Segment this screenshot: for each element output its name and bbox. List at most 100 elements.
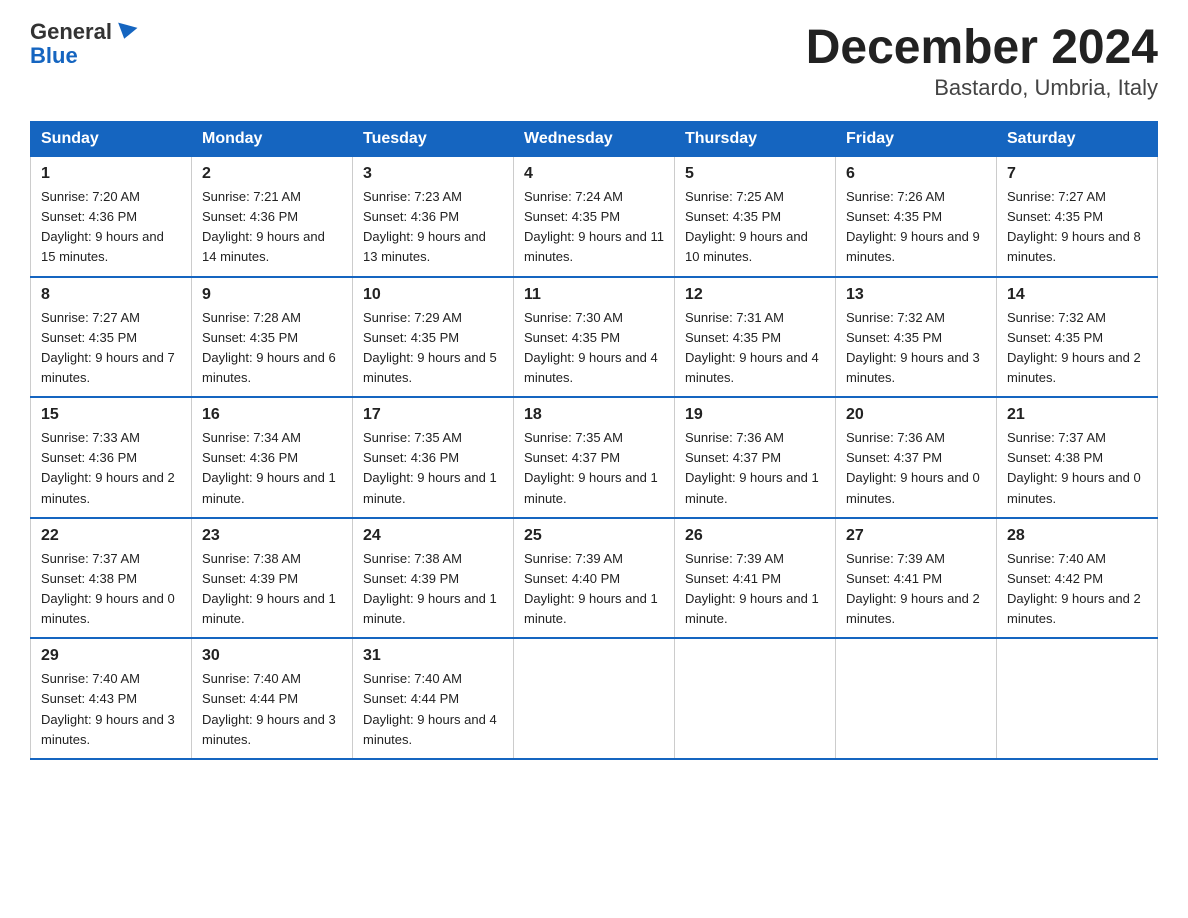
calendar-cell: 27 Sunrise: 7:39 AMSunset: 4:41 PMDayligh… xyxy=(836,518,997,639)
day-info: Sunrise: 7:40 AMSunset: 4:44 PMDaylight:… xyxy=(363,669,503,750)
day-info: Sunrise: 7:39 AMSunset: 4:41 PMDaylight:… xyxy=(846,549,986,630)
day-number: 5 xyxy=(685,165,825,183)
day-info: Sunrise: 7:32 AMSunset: 4:35 PMDaylight:… xyxy=(846,308,986,389)
col-header-friday: Friday xyxy=(836,122,997,157)
day-number: 8 xyxy=(41,286,181,304)
day-number: 9 xyxy=(202,286,342,304)
day-info: Sunrise: 7:35 AMSunset: 4:36 PMDaylight:… xyxy=(363,428,503,509)
day-info: Sunrise: 7:25 AMSunset: 4:35 PMDaylight:… xyxy=(685,187,825,268)
day-number: 26 xyxy=(685,527,825,545)
col-header-sunday: Sunday xyxy=(31,122,192,157)
col-header-saturday: Saturday xyxy=(997,122,1158,157)
logo-triangle-icon xyxy=(114,23,137,42)
day-number: 24 xyxy=(363,527,503,545)
title-block: December 2024 Bastardo, Umbria, Italy xyxy=(806,20,1158,101)
calendar-cell: 6 Sunrise: 7:26 AMSunset: 4:35 PMDaylight… xyxy=(836,157,997,277)
col-header-thursday: Thursday xyxy=(675,122,836,157)
day-number: 6 xyxy=(846,165,986,183)
day-info: Sunrise: 7:34 AMSunset: 4:36 PMDaylight:… xyxy=(202,428,342,509)
calendar-cell: 26 Sunrise: 7:39 AMSunset: 4:41 PMDayligh… xyxy=(675,518,836,639)
calendar-cell: 7 Sunrise: 7:27 AMSunset: 4:35 PMDaylight… xyxy=(997,157,1158,277)
day-number: 7 xyxy=(1007,165,1147,183)
day-number: 16 xyxy=(202,406,342,424)
col-header-monday: Monday xyxy=(192,122,353,157)
day-info: Sunrise: 7:40 AMSunset: 4:43 PMDaylight:… xyxy=(41,669,181,750)
calendar-cell: 21Sunrise: 7:37 AMSunset: 4:38 PMDayligh… xyxy=(997,397,1158,518)
col-header-wednesday: Wednesday xyxy=(514,122,675,157)
logo-general-text: General xyxy=(30,20,112,44)
calendar-cell xyxy=(997,638,1158,759)
day-number: 25 xyxy=(524,527,664,545)
day-number: 12 xyxy=(685,286,825,304)
day-number: 14 xyxy=(1007,286,1147,304)
calendar-week-row: 1 Sunrise: 7:20 AMSunset: 4:36 PMDaylight… xyxy=(31,157,1158,277)
day-number: 11 xyxy=(524,286,664,304)
day-number: 27 xyxy=(846,527,986,545)
day-info: Sunrise: 7:26 AMSunset: 4:35 PMDaylight:… xyxy=(846,187,986,268)
day-info: Sunrise: 7:24 AMSunset: 4:35 PMDaylight:… xyxy=(524,187,664,268)
day-info: Sunrise: 7:35 AMSunset: 4:37 PMDaylight:… xyxy=(524,428,664,509)
day-number: 19 xyxy=(685,406,825,424)
calendar-table: SundayMondayTuesdayWednesdayThursdayFrid… xyxy=(30,121,1158,760)
calendar-cell: 12 Sunrise: 7:31 AMSunset: 4:35 PMDayligh… xyxy=(675,277,836,398)
day-info: Sunrise: 7:23 AMSunset: 4:36 PMDaylight:… xyxy=(363,187,503,268)
day-number: 22 xyxy=(41,527,181,545)
calendar-cell: 29 Sunrise: 7:40 AMSunset: 4:43 PMDayligh… xyxy=(31,638,192,759)
day-number: 21 xyxy=(1007,406,1147,424)
calendar-cell: 20 Sunrise: 7:36 AMSunset: 4:37 PMDayligh… xyxy=(836,397,997,518)
day-number: 13 xyxy=(846,286,986,304)
day-number: 4 xyxy=(524,165,664,183)
calendar-week-row: 29 Sunrise: 7:40 AMSunset: 4:43 PMDayligh… xyxy=(31,638,1158,759)
day-info: Sunrise: 7:39 AMSunset: 4:41 PMDaylight:… xyxy=(685,549,825,630)
calendar-cell: 4 Sunrise: 7:24 AMSunset: 4:35 PMDaylight… xyxy=(514,157,675,277)
calendar-cell: 14 Sunrise: 7:32 AMSunset: 4:35 PMDayligh… xyxy=(997,277,1158,398)
calendar-cell: 2 Sunrise: 7:21 AMSunset: 4:36 PMDaylight… xyxy=(192,157,353,277)
day-info: Sunrise: 7:20 AMSunset: 4:36 PMDaylight:… xyxy=(41,187,181,268)
day-info: Sunrise: 7:27 AMSunset: 4:35 PMDaylight:… xyxy=(1007,187,1147,268)
calendar-cell: 30Sunrise: 7:40 AMSunset: 4:44 PMDayligh… xyxy=(192,638,353,759)
day-number: 15 xyxy=(41,406,181,424)
logo: General Blue xyxy=(30,20,136,68)
day-info: Sunrise: 7:39 AMSunset: 4:40 PMDaylight:… xyxy=(524,549,664,630)
col-header-tuesday: Tuesday xyxy=(353,122,514,157)
calendar-cell: 25 Sunrise: 7:39 AMSunset: 4:40 PMDayligh… xyxy=(514,518,675,639)
calendar-cell: 15Sunrise: 7:33 AMSunset: 4:36 PMDayligh… xyxy=(31,397,192,518)
calendar-header-row: SundayMondayTuesdayWednesdayThursdayFrid… xyxy=(31,122,1158,157)
day-info: Sunrise: 7:38 AMSunset: 4:39 PMDaylight:… xyxy=(363,549,503,630)
day-number: 1 xyxy=(41,165,181,183)
day-info: Sunrise: 7:28 AMSunset: 4:35 PMDaylight:… xyxy=(202,308,342,389)
day-number: 20 xyxy=(846,406,986,424)
day-info: Sunrise: 7:40 AMSunset: 4:42 PMDaylight:… xyxy=(1007,549,1147,630)
calendar-cell: 9 Sunrise: 7:28 AMSunset: 4:35 PMDaylight… xyxy=(192,277,353,398)
day-info: Sunrise: 7:27 AMSunset: 4:35 PMDaylight:… xyxy=(41,308,181,389)
page-header: General Blue December 2024 Bastardo, Umb… xyxy=(30,20,1158,101)
day-info: Sunrise: 7:29 AMSunset: 4:35 PMDaylight:… xyxy=(363,308,503,389)
calendar-cell: 22 Sunrise: 7:37 AMSunset: 4:38 PMDayligh… xyxy=(31,518,192,639)
calendar-week-row: 22 Sunrise: 7:37 AMSunset: 4:38 PMDayligh… xyxy=(31,518,1158,639)
calendar-cell xyxy=(675,638,836,759)
day-info: Sunrise: 7:36 AMSunset: 4:37 PMDaylight:… xyxy=(846,428,986,509)
day-number: 17 xyxy=(363,406,503,424)
day-number: 18 xyxy=(524,406,664,424)
day-number: 30 xyxy=(202,647,342,665)
calendar-cell xyxy=(514,638,675,759)
calendar-cell: 11Sunrise: 7:30 AMSunset: 4:35 PMDayligh… xyxy=(514,277,675,398)
calendar-cell: 1 Sunrise: 7:20 AMSunset: 4:36 PMDaylight… xyxy=(31,157,192,277)
calendar-cell: 31Sunrise: 7:40 AMSunset: 4:44 PMDayligh… xyxy=(353,638,514,759)
day-info: Sunrise: 7:37 AMSunset: 4:38 PMDaylight:… xyxy=(41,549,181,630)
calendar-cell: 28 Sunrise: 7:40 AMSunset: 4:42 PMDayligh… xyxy=(997,518,1158,639)
day-info: Sunrise: 7:31 AMSunset: 4:35 PMDaylight:… xyxy=(685,308,825,389)
day-number: 29 xyxy=(41,647,181,665)
calendar-cell: 17 Sunrise: 7:35 AMSunset: 4:36 PMDayligh… xyxy=(353,397,514,518)
day-info: Sunrise: 7:32 AMSunset: 4:35 PMDaylight:… xyxy=(1007,308,1147,389)
calendar-title: December 2024 xyxy=(806,20,1158,75)
day-info: Sunrise: 7:38 AMSunset: 4:39 PMDaylight:… xyxy=(202,549,342,630)
day-number: 2 xyxy=(202,165,342,183)
calendar-week-row: 15Sunrise: 7:33 AMSunset: 4:36 PMDayligh… xyxy=(31,397,1158,518)
calendar-subtitle: Bastardo, Umbria, Italy xyxy=(806,75,1158,101)
day-number: 28 xyxy=(1007,527,1147,545)
calendar-cell: 3Sunrise: 7:23 AMSunset: 4:36 PMDaylight… xyxy=(353,157,514,277)
calendar-cell: 5 Sunrise: 7:25 AMSunset: 4:35 PMDaylight… xyxy=(675,157,836,277)
day-info: Sunrise: 7:21 AMSunset: 4:36 PMDaylight:… xyxy=(202,187,342,268)
calendar-cell: 23Sunrise: 7:38 AMSunset: 4:39 PMDayligh… xyxy=(192,518,353,639)
